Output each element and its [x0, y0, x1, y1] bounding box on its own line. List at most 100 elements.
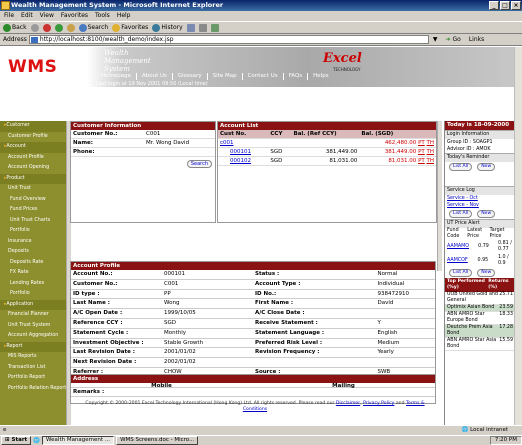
- nav-item[interactable]: Customer Profile: [0, 132, 66, 143]
- wms-logo[interactable]: WMS: [8, 57, 57, 77]
- nav-item[interactable]: Unit Trust System: [0, 321, 66, 332]
- top-performed-header: Top Performed (%y) Returns (%): [445, 278, 514, 292]
- refresh-icon: [54, 23, 63, 32]
- taskbar-item-word[interactable]: WMS Screens.doc - Micro...: [116, 436, 199, 445]
- field-value: Monthly: [162, 328, 253, 339]
- back-button[interactable]: Back: [3, 23, 27, 32]
- forward-arrow-icon: [30, 23, 39, 32]
- th-link[interactable]: TH: [427, 158, 435, 164]
- nav-item[interactable]: Portfolio Relation Report: [0, 384, 66, 395]
- nav-item[interactable]: Portfolio Report: [0, 373, 66, 384]
- favorites-icon: [112, 23, 121, 32]
- taskbar-item-ie[interactable]: Wealth Management ...: [42, 436, 115, 445]
- menu-edit[interactable]: Edit: [21, 11, 33, 21]
- menu-help[interactable]: Help: [117, 11, 131, 21]
- customer-search-button[interactable]: Search: [186, 160, 212, 168]
- start-button[interactable]: ⊞ Start: [1, 436, 32, 445]
- nav-item[interactable]: Fund Prices: [0, 205, 66, 216]
- nav-item[interactable]: Account Aggregation: [0, 331, 66, 342]
- nav-glossary[interactable]: Glossary: [173, 73, 208, 80]
- nav-item[interactable]: Portfolio: [0, 289, 66, 300]
- maximize-button[interactable]: □: [500, 1, 510, 10]
- nav-about-us[interactable]: About Us: [137, 73, 173, 80]
- service-log-link[interactable]: Service - Oct: [447, 196, 478, 201]
- nav-item[interactable]: Deposits Rate: [0, 258, 66, 269]
- nav-item[interactable]: Application: [0, 299, 66, 310]
- address-dropdown-icon[interactable]: ▼: [433, 36, 438, 43]
- account-link[interactable]: 000102: [230, 158, 251, 164]
- ut-list-all-button[interactable]: List All: [449, 269, 473, 277]
- field-label: ID type :: [71, 289, 162, 300]
- nav-item[interactable]: Transaction List: [0, 363, 66, 374]
- nav-item[interactable]: Unit Trust Charts: [0, 216, 66, 227]
- favorites-button[interactable]: Favorites: [112, 23, 148, 32]
- mail-button[interactable]: [186, 23, 195, 32]
- table-row: c001 462,480.00 PT TH: [218, 138, 436, 148]
- page-scrollbar[interactable]: [514, 47, 522, 425]
- nav-site-map[interactable]: Site Map: [208, 73, 243, 80]
- service-new-button[interactable]: New: [477, 210, 496, 218]
- nav-item[interactable]: Report: [0, 341, 66, 352]
- reminder-new-button[interactable]: New: [477, 163, 496, 171]
- links-button[interactable]: Links: [469, 36, 484, 43]
- table-row: Customer No.: C001 Account Type : Individua…: [71, 279, 435, 290]
- nav-item[interactable]: Portfolio: [0, 226, 66, 237]
- fund-code-link[interactable]: AAMCOF: [447, 258, 468, 264]
- account-link[interactable]: c001: [220, 140, 234, 146]
- close-button[interactable]: ×: [511, 1, 521, 10]
- nav-item[interactable]: Lending Rates: [0, 279, 66, 290]
- fund-code-link[interactable]: AAMAMO: [447, 244, 469, 250]
- menu-file[interactable]: File: [4, 11, 14, 21]
- nav-item[interactable]: FX Rate: [0, 268, 66, 279]
- pt-link[interactable]: PT: [418, 149, 425, 155]
- stop-button[interactable]: [42, 23, 51, 32]
- nav-contact-us[interactable]: Contact Us: [243, 73, 284, 80]
- reminder-list-all-button[interactable]: List All: [449, 163, 473, 171]
- service-log-link[interactable]: Service - Nov: [447, 203, 479, 208]
- address-title: Address: [71, 375, 435, 383]
- nav-item[interactable]: Insurance: [0, 237, 66, 248]
- print-button[interactable]: [198, 23, 207, 32]
- nav-item[interactable]: Account Opening: [0, 163, 66, 174]
- done-icon: e: [3, 427, 7, 433]
- pt-link[interactable]: PT: [418, 140, 425, 146]
- nav-item[interactable]: MIS Reports: [0, 352, 66, 363]
- go-button[interactable]: ➜ Go: [446, 36, 461, 43]
- account-link[interactable]: 000101: [230, 149, 251, 155]
- disclaimer-link[interactable]: Disclaimer: [336, 401, 360, 406]
- th-link[interactable]: TH: [427, 149, 435, 155]
- ut-new-button[interactable]: New: [477, 269, 496, 277]
- service-list-all-button[interactable]: List All: [449, 210, 473, 218]
- th-link[interactable]: TH: [427, 140, 435, 146]
- nav-item[interactable]: Account: [0, 142, 66, 153]
- edit-button[interactable]: [210, 23, 219, 32]
- nav-faqs[interactable]: FAQs: [284, 73, 309, 80]
- window-title-bar[interactable]: Wealth Management System - Microsoft Int…: [0, 0, 522, 11]
- nav-item[interactable]: Account Profile: [0, 153, 66, 164]
- menu-favorites[interactable]: Favorites: [61, 11, 88, 21]
- nav-helps[interactable]: Helps: [308, 73, 333, 80]
- nav-item[interactable]: Deposits: [0, 247, 66, 258]
- history-button[interactable]: History: [152, 23, 183, 32]
- edit-icon: [210, 23, 219, 32]
- refresh-button[interactable]: [54, 23, 63, 32]
- menu-tools[interactable]: Tools: [95, 11, 110, 21]
- quick-launch-icon[interactable]: 🌐: [33, 438, 40, 444]
- address-input[interactable]: http://localhost:8100/wealth_demo/index.…: [28, 35, 429, 44]
- nav-item[interactable]: Fund Overview: [0, 195, 66, 206]
- privacy-policy-link[interactable]: Privacy Policy: [363, 401, 394, 406]
- nav-item[interactable]: Financial Planner: [0, 310, 66, 321]
- search-button[interactable]: Search: [78, 23, 108, 32]
- pt-link[interactable]: PT: [418, 158, 425, 164]
- nav-item[interactable]: Customer: [0, 121, 66, 132]
- field-label: Last Revision Date :: [71, 347, 162, 359]
- menu-view[interactable]: View: [40, 11, 54, 21]
- nav-item[interactable]: Product: [0, 173, 66, 184]
- nav-item[interactable]: Unit Trust: [0, 184, 66, 195]
- forward-button[interactable]: [30, 23, 39, 32]
- minimize-button[interactable]: _: [489, 1, 499, 10]
- nav-homepage[interactable]: Homepage: [96, 73, 137, 80]
- home-button[interactable]: [66, 23, 75, 32]
- account-list-scrollbar[interactable]: [437, 121, 442, 271]
- ut-alert-header: Fund Code Latest Price Target Price: [447, 228, 505, 239]
